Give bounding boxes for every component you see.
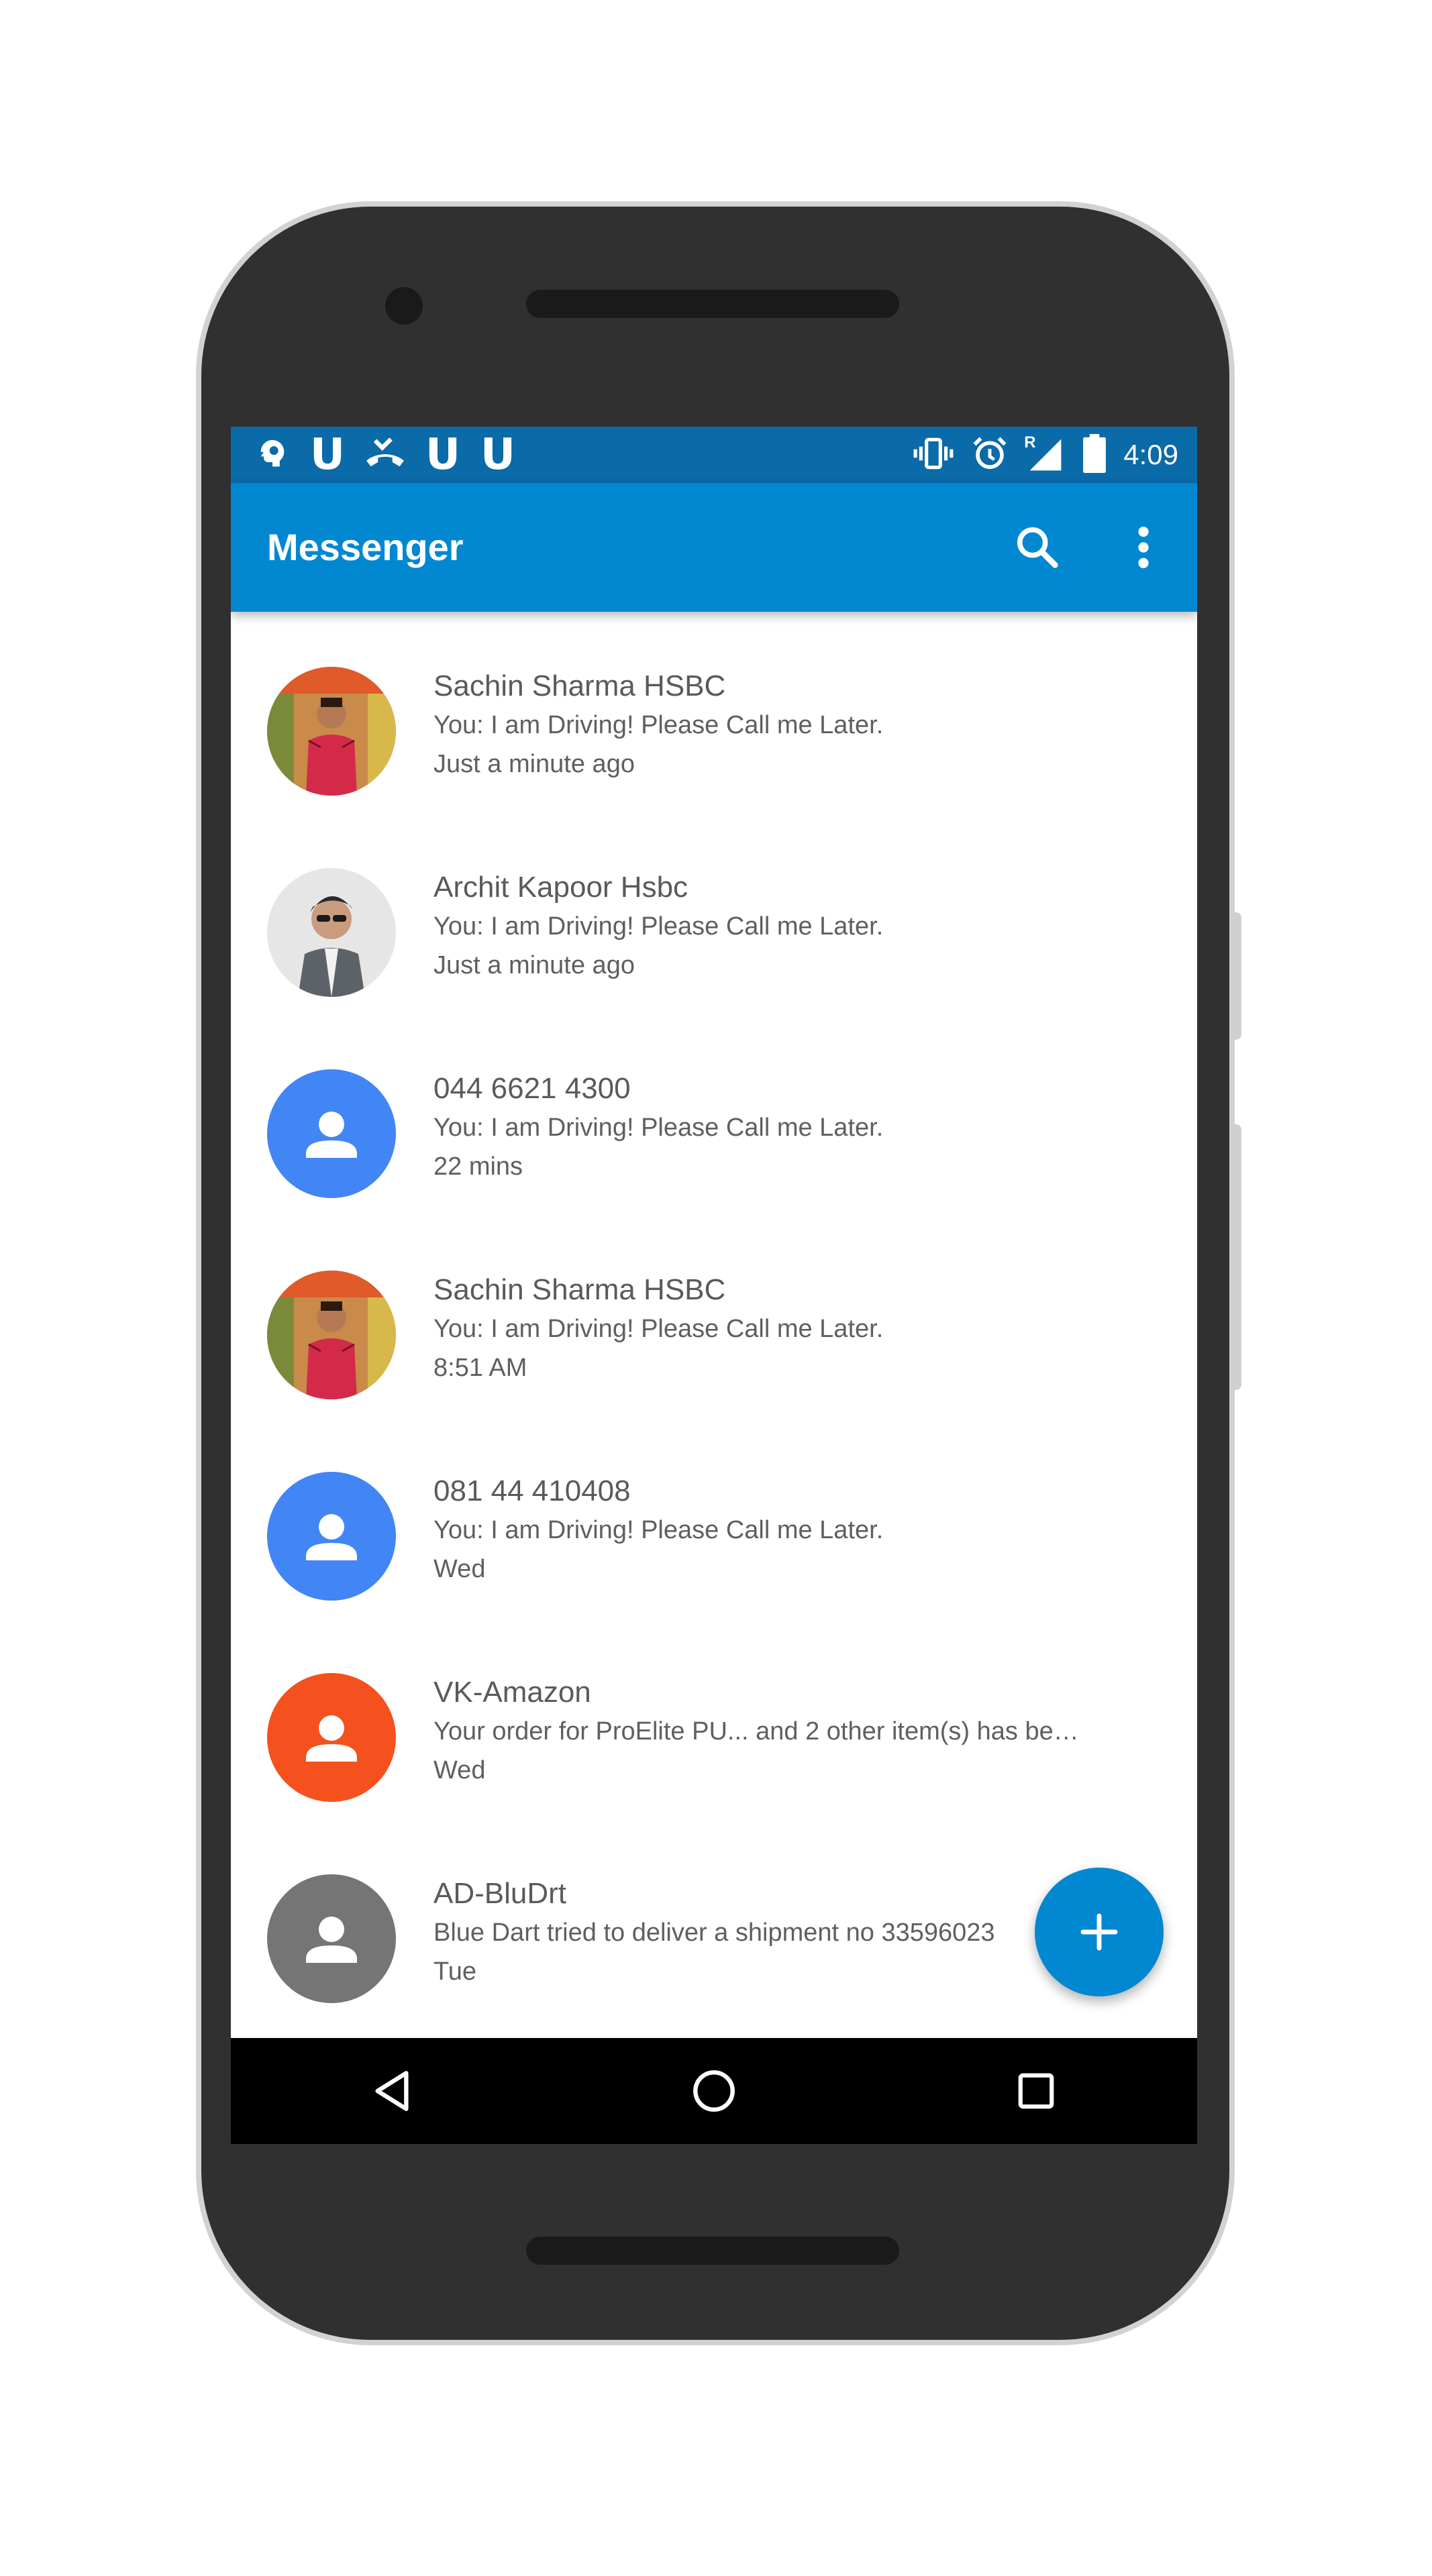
app-title: Messenger (267, 526, 464, 568)
message-snippet: Your order for ProElite PU... and 2 othe… (433, 1717, 1079, 1746)
conversation-item[interactable]: Sachin Sharma HSBC You: I am Driving! Pl… (231, 612, 1197, 813)
contact-name: Sachin Sharma HSBC (433, 669, 726, 702)
u-notification-icon: U (425, 430, 460, 480)
conversation-item[interactable]: VK-Amazon Your order for ProElite PU... … (231, 1618, 1197, 1819)
u-notification-icon: U (310, 430, 345, 480)
signal-roaming-icon: R (1024, 433, 1066, 474)
contact-name: 081 44 410408 (433, 1474, 631, 1507)
plus-icon (1080, 1913, 1118, 1951)
contact-avatar (267, 1069, 396, 1198)
top-speaker (526, 290, 899, 318)
conversation-text: Sachin Sharma HSBC You: I am Driving! Pl… (433, 667, 1145, 784)
message-time: Just a minute ago (433, 750, 635, 778)
message-time: 22 mins (433, 1152, 523, 1181)
back-button[interactable] (352, 2051, 432, 2131)
missed-call-icon (365, 436, 405, 474)
message-snippet: You: I am Driving! Please Call me Later. (433, 1516, 884, 1544)
message-time: Wed (433, 1756, 486, 1784)
app-bar-actions (1011, 483, 1170, 612)
home-icon (693, 2070, 735, 2112)
conversation-list: Sachin Sharma HSBC You: I am Driving! Pl… (231, 612, 1197, 2038)
contact-name: VK-Amazon (433, 1676, 591, 1709)
contact-name: 044 6621 4300 (433, 1072, 631, 1105)
contact-name: AD-BluDrt (433, 1877, 567, 1910)
conversation-text: VK-Amazon Your order for ProElite PU... … (433, 1673, 1145, 1790)
contact-name: Archit Kapoor Hsbc (433, 871, 688, 904)
alarm-icon (972, 435, 1008, 475)
bottom-speaker (526, 2237, 899, 2265)
app-bar: Messenger (231, 483, 1197, 612)
volume-button (1232, 1124, 1241, 1390)
contact-name: Sachin Sharma HSBC (433, 1273, 726, 1306)
system-icons: R 4:09 (913, 427, 1178, 483)
new-message-button[interactable] (1035, 1868, 1164, 1996)
status-time: 4:09 (1123, 439, 1178, 470)
contact-photo-avatar (267, 1271, 396, 1399)
power-button (1232, 912, 1241, 1040)
conversation-item[interactable]: Sachin Sharma HSBC You: I am Driving! Pl… (231, 1216, 1197, 1417)
phone-screen: U U U R 4:09 Messenger Sachin Sharma HSB… (231, 427, 1197, 2144)
person-icon (306, 1112, 357, 1158)
contact-avatar (267, 1673, 396, 1802)
message-time: Just a minute ago (433, 951, 635, 979)
conversation-text: Sachin Sharma HSBC You: I am Driving! Pl… (433, 1271, 1145, 1387)
battery-icon (1083, 433, 1107, 476)
message-time: 8:51 AM (433, 1354, 527, 1382)
person-icon (306, 1917, 357, 1963)
conversation-text: Archit Kapoor Hsbc You: I am Driving! Pl… (433, 868, 1145, 985)
conversation-item[interactable]: Archit Kapoor Hsbc You: I am Driving! Pl… (231, 813, 1197, 1014)
recents-icon (1018, 2073, 1054, 2109)
status-bar: U U U R 4:09 (231, 427, 1197, 483)
home-button[interactable] (674, 2051, 754, 2131)
message-time: Tue (433, 1957, 477, 1986)
u-notification-icon: U (480, 430, 515, 480)
contact-avatar (267, 1472, 396, 1601)
front-camera (385, 287, 423, 325)
conversation-item[interactable]: 044 6621 4300 You: I am Driving! Please … (231, 1014, 1197, 1216)
vibrate-icon (913, 436, 954, 474)
page: U U U R 4:09 Messenger Sachin Sharma HSB… (0, 0, 1432, 2576)
person-icon (306, 1514, 357, 1560)
search-button[interactable] (1011, 521, 1064, 574)
search-icon (1017, 527, 1058, 568)
contact-photo-avatar (267, 667, 396, 796)
message-snippet: You: I am Driving! Please Call me Later. (433, 1315, 884, 1343)
brain-notification-icon (255, 436, 290, 474)
conversation-text: 081 44 410408 You: I am Driving! Please … (433, 1472, 1145, 1589)
message-snippet: You: I am Driving! Please Call me Later. (433, 1114, 884, 1142)
contact-photo-avatar (267, 868, 396, 997)
message-snippet: You: I am Driving! Please Call me Later. (433, 711, 884, 739)
message-snippet: You: I am Driving! Please Call me Later. (433, 912, 884, 941)
navigation-bar (231, 2038, 1197, 2144)
notification-icons: U U U (255, 427, 515, 483)
recents-button[interactable] (996, 2051, 1076, 2131)
contact-avatar (267, 1874, 396, 2003)
overflow-menu-button[interactable] (1117, 521, 1170, 574)
conversation-item[interactable]: 081 44 410408 You: I am Driving! Please … (231, 1417, 1197, 1618)
message-time: Wed (433, 1555, 486, 1583)
conversation-text: 044 6621 4300 You: I am Driving! Please … (433, 1069, 1145, 1186)
more-vert-icon (1138, 527, 1149, 568)
back-icon (375, 2071, 409, 2111)
person-icon (306, 1715, 357, 1762)
